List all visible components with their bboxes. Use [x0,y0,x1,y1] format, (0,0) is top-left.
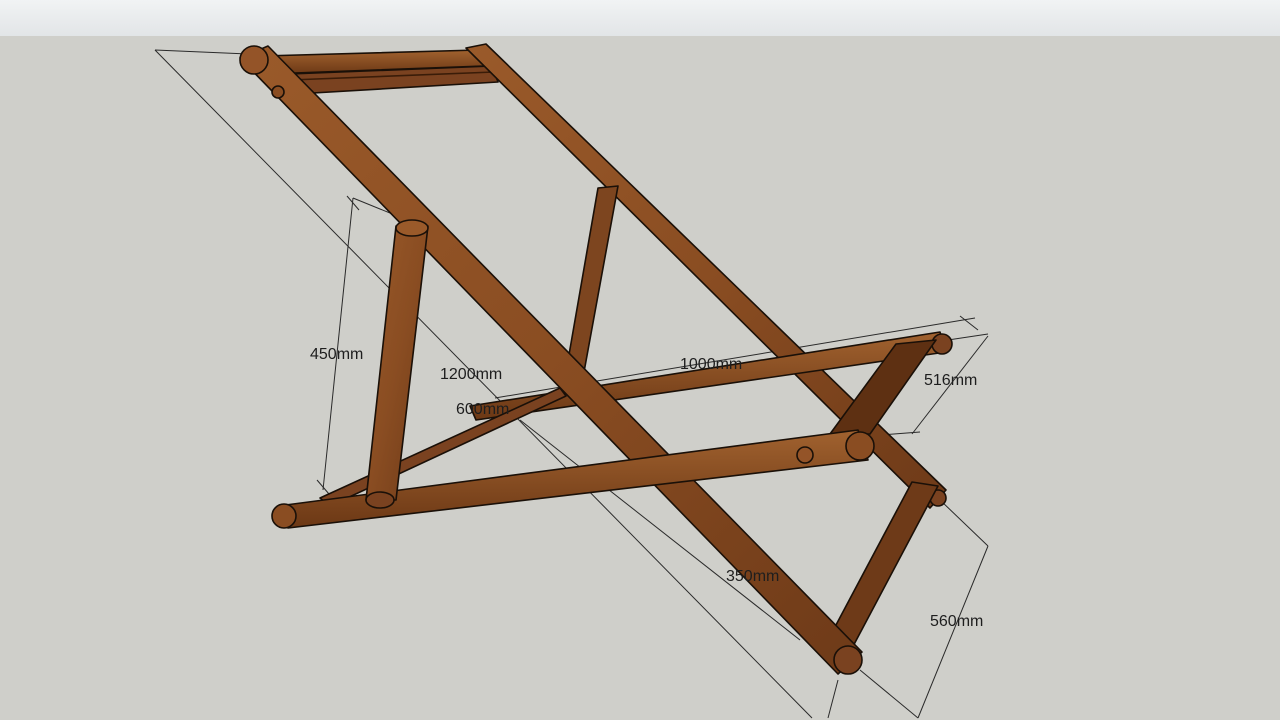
modeling-viewport[interactable]: 1200mm 450mm 1000mm 516mm 600mm 350mm 56… [0,0,1280,720]
dimension-1000: 1000mm [680,356,742,373]
dimension-516: 516mm [924,372,977,389]
dimension-350: 350mm [726,568,779,585]
dimension-450: 450mm [310,346,363,363]
dimension-600: 600mm [456,401,509,418]
dimension-1200: 1200mm [440,366,502,383]
back-right-leg[interactable] [465,43,947,509]
dimension-560: 560mm [930,613,983,630]
rear-right-leg[interactable] [827,481,939,653]
center-strut[interactable] [565,185,619,373]
